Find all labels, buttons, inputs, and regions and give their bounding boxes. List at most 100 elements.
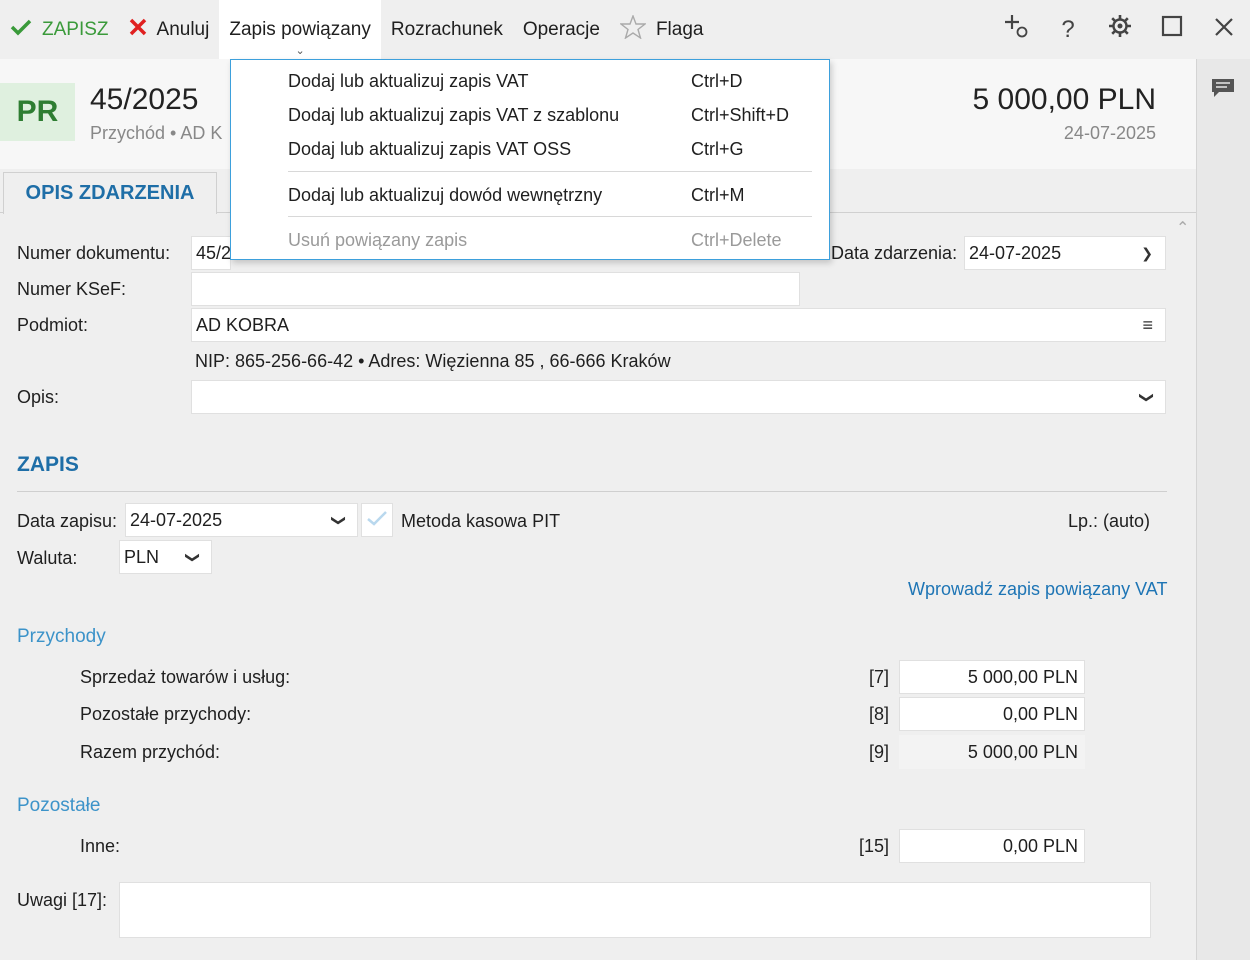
- menu-item-label: Dodaj lub aktualizuj zapis VAT: [288, 71, 529, 91]
- entity-label: Podmiot:: [17, 315, 89, 335]
- other-income-field[interactable]: 0,00 PLN: [899, 697, 1085, 731]
- gear-icon: [1108, 14, 1132, 45]
- sales-field[interactable]: 5 000,00 PLN: [899, 660, 1085, 694]
- plus-link-icon: [1003, 13, 1029, 46]
- operations-label: Operacje: [522, 18, 600, 40]
- chevron-down-icon: ❯: [1141, 244, 1153, 261]
- vat-link[interactable]: Wprowadź zapis powiązany VAT: [908, 579, 1167, 600]
- maximize-icon: [1161, 15, 1183, 44]
- event-date-value: 24-07-2025: [969, 242, 1062, 263]
- flag-label: Flaga: [655, 18, 704, 40]
- ksef-label: Numer KSeF:: [17, 279, 127, 299]
- menu-item-add-internal-doc[interactable]: Dodaj lub aktualizuj dowód wewnętrzny Ct…: [231, 178, 829, 212]
- menu-item-add-vat[interactable]: Dodaj lub aktualizuj zapis VAT Ctrl+D: [231, 64, 829, 98]
- other-income-label: Pozostałe przychody:: [80, 704, 252, 724]
- save-label: ZAPISZ: [42, 18, 109, 40]
- event-date-label: Data zdarzenia:: [831, 243, 958, 263]
- cancel-button[interactable]: Anuluj: [119, 0, 220, 59]
- operations-button[interactable]: Operacje: [513, 0, 610, 59]
- tab-event-description[interactable]: OPIS ZDARZENIA: [3, 172, 217, 214]
- doc-subtitle: Przychód • AD K: [90, 123, 223, 143]
- event-date-field[interactable]: 24-07-2025 ❯: [964, 236, 1166, 270]
- entity-value: AD KOBRA: [196, 314, 290, 335]
- sales-label: Sprzedaż towarów i usług:: [80, 667, 291, 687]
- lp-label: Lp.: (auto): [1068, 511, 1151, 531]
- menu-separator: [288, 171, 812, 172]
- cash-method-label: Metoda kasowa PIT: [401, 511, 561, 531]
- doc-type-badge: PR: [0, 83, 75, 141]
- total-income-field: 5 000,00 PLN: [899, 735, 1085, 769]
- currency-select[interactable]: PLN ❯: [119, 540, 212, 574]
- doc-date: 24-07-2025: [1063, 123, 1156, 143]
- save-button[interactable]: ZAPISZ: [0, 0, 119, 59]
- settlement-label: Rozrachunek: [390, 18, 503, 40]
- other-value: 0,00 PLN: [1002, 835, 1078, 856]
- menu-item-add-vat-template[interactable]: Dodaj lub aktualizuj zapis VAT z szablon…: [231, 98, 829, 132]
- close-icon: [1214, 16, 1234, 44]
- linked-entry-label: Zapis powiązany: [229, 18, 371, 40]
- chevron-down-icon: ⌄: [295, 45, 305, 57]
- menu-item-shortcut: Ctrl+M: [691, 185, 745, 205]
- close-button[interactable]: [1198, 0, 1250, 59]
- section-divider: [17, 491, 1167, 492]
- entity-field[interactable]: AD KOBRA ≡: [191, 308, 1166, 342]
- menu-item-add-vat-oss[interactable]: Dodaj lub aktualizuj zapis VAT OSS Ctrl+…: [231, 132, 829, 166]
- description-field[interactable]: ❯: [191, 380, 1166, 414]
- menu-item-label: Dodaj lub aktualizuj dowód wewnętrzny: [288, 185, 603, 205]
- doc-number-field[interactable]: 45/2: [191, 236, 231, 270]
- sales-value: 5 000,00 PLN: [967, 666, 1078, 687]
- menu-separator: [288, 216, 812, 217]
- right-side-panel: [1196, 59, 1250, 960]
- comment-icon[interactable]: [1210, 77, 1236, 99]
- check-icon: [10, 18, 32, 42]
- menu-item-label: Dodaj lub aktualizuj zapis VAT z szablon…: [288, 105, 620, 125]
- ksef-field[interactable]: [191, 272, 800, 306]
- cash-method-checkbox[interactable]: [361, 503, 393, 537]
- settlement-button[interactable]: Rozrachunek: [381, 0, 513, 59]
- menu-item-shortcut: Ctrl+G: [691, 139, 744, 159]
- add-related-button[interactable]: [990, 0, 1042, 59]
- total-income-value: 5 000,00 PLN: [967, 741, 1078, 762]
- other-label: Inne:: [80, 836, 121, 856]
- cancel-label: Anuluj: [156, 18, 210, 40]
- doc-number-label: Numer dokumentu:: [17, 243, 171, 263]
- notes-textarea[interactable]: [119, 882, 1151, 938]
- notes-label: Uwagi [17]:: [17, 890, 108, 910]
- other-field[interactable]: 0,00 PLN: [899, 829, 1085, 863]
- doc-number-value: 45/2: [196, 242, 232, 263]
- chevron-down-icon: ❯: [185, 551, 202, 563]
- doc-amount: 5 000,00 PLN: [972, 83, 1156, 116]
- entry-section-title: ZAPIS: [17, 453, 79, 476]
- doc-number-title: 45/2025: [90, 83, 199, 116]
- other-income-value: 0,00 PLN: [1002, 703, 1078, 724]
- toolbar: ZAPISZ Anuluj Zapis powiązany ⌄ Rozrachu…: [0, 0, 1250, 59]
- close-red-icon: [129, 18, 147, 42]
- help-button[interactable]: ?: [1042, 0, 1094, 59]
- menu-item-shortcut: Ctrl+Delete: [691, 230, 782, 250]
- currency-value: PLN: [124, 546, 160, 567]
- sales-code: [7]: [868, 667, 889, 687]
- description-label: Opis:: [17, 387, 60, 407]
- currency-label: Waluta:: [17, 548, 78, 568]
- menu-item-remove-linked: Usuń powiązany zapis Ctrl+Delete: [231, 223, 829, 257]
- maximize-button[interactable]: [1146, 0, 1198, 59]
- chevron-down-icon: ❯: [331, 514, 348, 526]
- chevron-up-icon[interactable]: ⌃: [1176, 218, 1189, 238]
- chevron-down-icon: ❯: [1139, 391, 1156, 403]
- total-income-label: Razem przychód:: [80, 742, 221, 762]
- entry-date-label: Data zapisu:: [17, 511, 118, 531]
- question-icon: ?: [1061, 15, 1075, 43]
- settings-button[interactable]: [1094, 0, 1146, 59]
- flag-button[interactable]: Flaga: [610, 0, 714, 59]
- other-code: [15]: [858, 836, 889, 856]
- menu-item-shortcut: Ctrl+D: [691, 71, 743, 91]
- total-income-code: [9]: [868, 742, 889, 762]
- other-section-title: Pozostałe: [17, 795, 101, 816]
- other-income-code: [8]: [868, 704, 889, 724]
- entry-date-field[interactable]: 24-07-2025 ❯: [125, 503, 358, 537]
- entry-date-value: 24-07-2025: [130, 509, 223, 530]
- linked-entry-menu-button[interactable]: Zapis powiązany ⌄: [219, 0, 381, 59]
- menu-item-label: Dodaj lub aktualizuj zapis VAT OSS: [288, 139, 572, 159]
- entity-details: NIP: 865-256-66-42 • Adres: Więzienna 85…: [195, 351, 671, 371]
- list-icon[interactable]: ≡: [1142, 315, 1153, 336]
